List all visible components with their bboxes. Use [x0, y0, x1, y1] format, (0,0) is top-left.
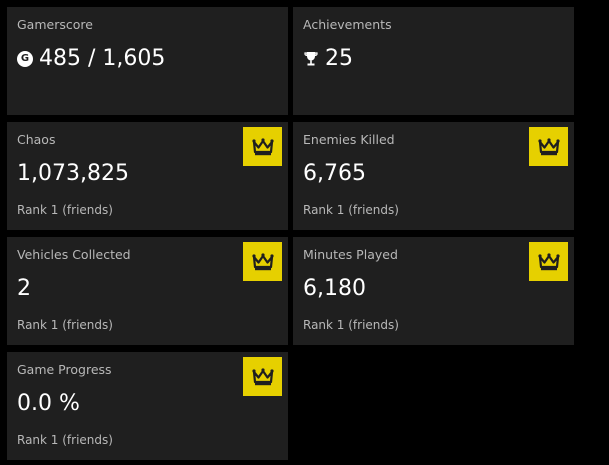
- crown-badge: [529, 127, 568, 166]
- crown-badge: [243, 127, 282, 166]
- tile-rank: Rank 1 (friends): [17, 203, 113, 217]
- stat-tile-vehicles-collected[interactable]: Vehicles Collected 2 Rank 1 (friends): [7, 237, 288, 345]
- stat-tile-game-progress[interactable]: Game Progress 0.0 % Rank 1 (friends): [7, 352, 288, 460]
- tile-rank: Rank 1 (friends): [17, 433, 113, 447]
- stat-tile-minutes-played[interactable]: Minutes Played 6,180 Rank 1 (friends): [293, 237, 574, 345]
- tile-rank: Rank 1 (friends): [17, 318, 113, 332]
- tile-label: Achievements: [303, 17, 392, 32]
- crown-icon: [537, 137, 560, 155]
- tile-value: 2: [17, 276, 31, 301]
- gamerscore-tile[interactable]: Gamerscore G 485 / 1,605: [7, 7, 288, 115]
- crown-icon: [251, 137, 274, 155]
- gamerscore-icon: G: [17, 50, 33, 67]
- tile-rank: Rank 1 (friends): [303, 318, 399, 332]
- stats-grid: Gamerscore G 485 / 1,605 Achievements 25…: [0, 0, 609, 465]
- tile-label: Chaos: [17, 132, 56, 147]
- tile-label: Game Progress: [17, 362, 112, 377]
- tile-label: Gamerscore: [17, 17, 93, 32]
- crown-icon: [251, 367, 274, 385]
- crown-badge: [243, 357, 282, 396]
- stat-tile-enemies-killed[interactable]: Enemies Killed 6,765 Rank 1 (friends): [293, 122, 574, 230]
- tile-label: Enemies Killed: [303, 132, 395, 147]
- tile-value-row: 25: [303, 46, 353, 71]
- trophy-icon: [303, 50, 319, 68]
- tile-rank: Rank 1 (friends): [303, 203, 399, 217]
- achievements-tile[interactable]: Achievements 25: [293, 7, 574, 115]
- crown-badge: [529, 242, 568, 281]
- crown-badge: [243, 242, 282, 281]
- tile-value: 25: [325, 46, 353, 71]
- tile-value-row: G 485 / 1,605: [17, 46, 165, 71]
- crown-icon: [251, 252, 274, 270]
- tile-value: 6,765: [303, 161, 366, 186]
- tile-value: 6,180: [303, 276, 366, 301]
- tile-value: 485 / 1,605: [39, 46, 166, 71]
- crown-icon: [537, 252, 560, 270]
- tile-value: 0.0 %: [17, 391, 80, 416]
- stat-tile-chaos[interactable]: Chaos 1,073,825 Rank 1 (friends): [7, 122, 288, 230]
- tile-label: Minutes Played: [303, 247, 398, 262]
- tile-label: Vehicles Collected: [17, 247, 131, 262]
- tile-value: 1,073,825: [17, 161, 129, 186]
